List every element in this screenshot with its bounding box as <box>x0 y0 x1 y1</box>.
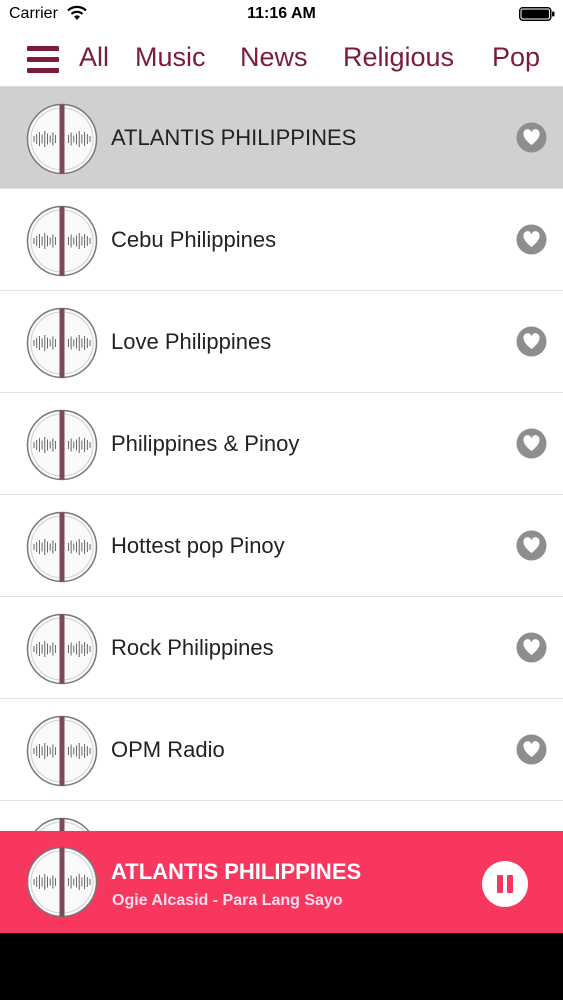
now-playing-bar[interactable]: ATLANTIS PHILIPPINES Ogie Alcasid - Para… <box>0 831 563 933</box>
station-name: Love Philippines <box>111 329 272 354</box>
bottom-strip <box>0 933 563 1000</box>
app-screen: Carrier 11:16 AM All Music News Religiou… <box>0 0 563 933</box>
now-playing-track: Ogie Alcasid - Para Lang Sayo <box>112 892 343 909</box>
station-row[interactable]: ATLANTIS PHILIPPINES <box>0 87 563 189</box>
station-logo-icon <box>26 205 98 277</box>
now-playing-logo-icon <box>26 846 98 918</box>
station-list: ATLANTIS PHILIPPINES Cebu Philippines Love… <box>0 87 563 903</box>
clock: 11:16 AM <box>247 5 316 22</box>
tab-all[interactable]: All <box>79 42 109 73</box>
station-name: OPM Radio <box>111 737 225 762</box>
station-logo-icon <box>26 715 98 787</box>
station-logo-icon <box>26 307 98 379</box>
tab-religious[interactable]: Religious <box>343 42 454 73</box>
favorite-heart-icon[interactable] <box>516 530 547 561</box>
station-row[interactable]: Love Philippines <box>0 291 563 393</box>
station-logo-icon <box>26 511 98 583</box>
station-name: Cebu Philippines <box>111 227 277 252</box>
hamburger-menu-icon[interactable] <box>27 46 59 74</box>
tab-pop[interactable]: Pop <box>492 42 540 73</box>
station-name: Philippines & Pinoy <box>111 431 300 456</box>
favorite-heart-icon[interactable] <box>516 326 547 357</box>
station-logo-icon <box>26 613 98 685</box>
favorite-heart-icon[interactable] <box>516 734 547 765</box>
battery-icon <box>519 7 555 21</box>
station-logo-icon <box>26 409 98 481</box>
favorite-heart-icon[interactable] <box>516 122 547 153</box>
pause-icon <box>497 875 503 893</box>
tab-news[interactable]: News <box>240 42 308 73</box>
station-row[interactable]: Hottest pop Pinoy <box>0 495 563 597</box>
station-row[interactable]: Rock Philippines <box>0 597 563 699</box>
favorite-heart-icon[interactable] <box>516 632 547 663</box>
station-name: Hottest pop Pinoy <box>111 533 285 558</box>
station-name: Rock Philippines <box>111 635 274 660</box>
status-bar: Carrier 11:16 AM <box>0 0 563 30</box>
pause-button[interactable] <box>482 861 528 907</box>
now-playing-station: ATLANTIS PHILIPPINES <box>111 859 362 884</box>
favorite-heart-icon[interactable] <box>516 224 547 255</box>
tab-music[interactable]: Music <box>135 42 206 73</box>
station-row[interactable]: Philippines & Pinoy <box>0 393 563 495</box>
favorite-heart-icon[interactable] <box>516 428 547 459</box>
station-name: ATLANTIS PHILIPPINES <box>111 125 357 150</box>
station-logo-icon <box>26 103 98 175</box>
station-row[interactable]: OPM Radio <box>0 699 563 801</box>
station-row[interactable]: Cebu Philippines <box>0 189 563 291</box>
category-tab-bar: All Music News Religious Pop <box>0 30 563 87</box>
